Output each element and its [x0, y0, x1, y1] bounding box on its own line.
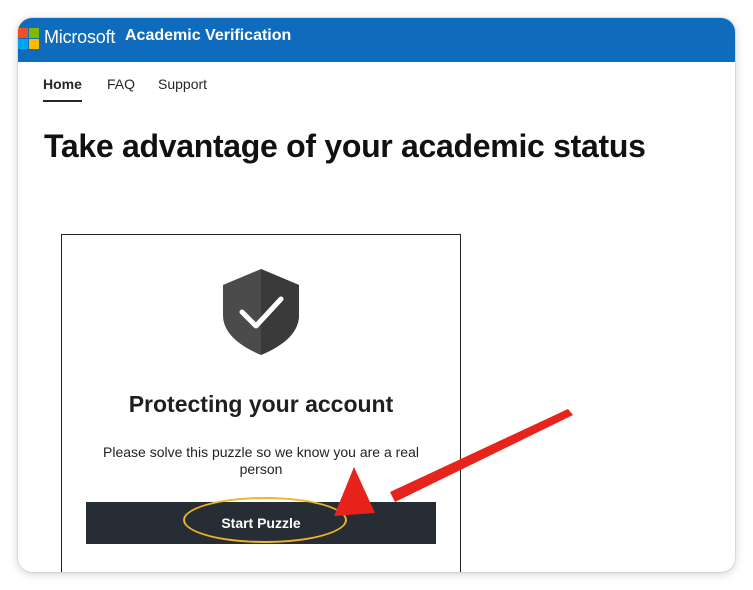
shield-check-icon [223, 269, 299, 355]
site-title[interactable]: Academic Verification [125, 27, 291, 45]
active-tab-indicator [43, 100, 82, 102]
card-instructions: Please solve this puzzle so we know you … [103, 444, 419, 477]
microsoft-logo-icon[interactable] [18, 28, 40, 50]
browser-window: Microsoft Academic Verification Home FAQ… [18, 18, 735, 572]
card-heading: Protecting your account [128, 391, 394, 417]
top-bar: Microsoft Academic Verification [18, 18, 735, 62]
top-nav: Home FAQ Support [18, 62, 735, 102]
page-title: Take advantage of your academic status [44, 128, 646, 164]
brand-name[interactable]: Microsoft [44, 27, 115, 48]
nav-item-faq[interactable]: FAQ [107, 76, 135, 92]
verification-card: Protecting your account Please solve thi… [61, 234, 461, 572]
nav-item-home[interactable]: Home [43, 76, 82, 92]
nav-item-support[interactable]: Support [158, 76, 207, 92]
start-puzzle-button[interactable]: Start Puzzle [86, 502, 436, 544]
